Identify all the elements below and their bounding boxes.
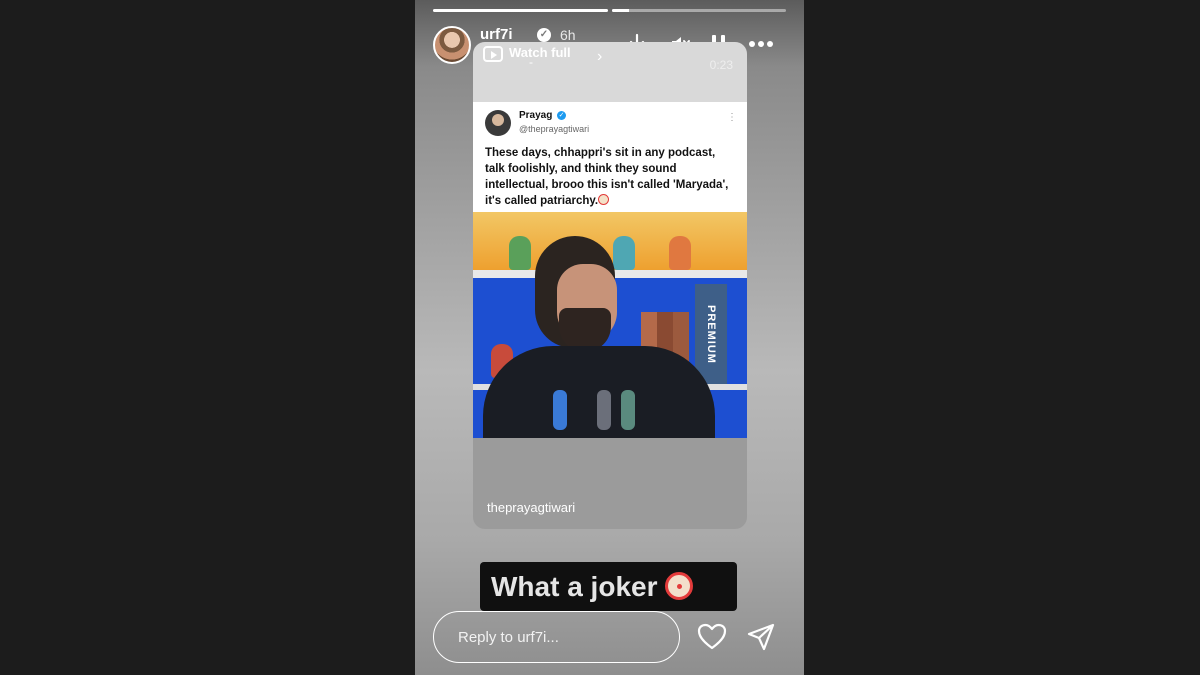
verified-icon: ✓ xyxy=(537,28,551,42)
progress-fill-2 xyxy=(611,9,629,12)
more-icon[interactable] xyxy=(747,32,775,56)
avatar[interactable] xyxy=(433,26,471,64)
tweet-verified-icon: ✓ xyxy=(557,111,566,120)
shelf-figure-2 xyxy=(613,236,635,270)
reel-duration: 0:23 xyxy=(709,58,733,72)
tweet-handle: @theprayagtiwari xyxy=(519,124,590,134)
tweet-card: Prayag ✓ @theprayagtiwari ⋮ These days, … xyxy=(473,102,747,212)
story-view[interactable]: urf7i ✓ 6h Watch full - › 0:23 Prayag ✓ … xyxy=(415,0,804,675)
clown-emoji-icon-large xyxy=(665,572,694,600)
reply-input[interactable] xyxy=(433,611,680,663)
video-frame[interactable]: PREMIUM xyxy=(473,212,747,438)
stage: urf7i ✓ 6h Watch full - › 0:23 Prayag ✓ … xyxy=(0,0,1200,675)
reel-icon xyxy=(483,46,503,62)
progress-segment-2 xyxy=(611,9,786,12)
tweet-avatar xyxy=(485,110,511,136)
shelf-figure-1 xyxy=(509,236,531,270)
tweet-more-icon: ⋮ xyxy=(727,112,737,123)
watch-full-row[interactable]: Watch full - › xyxy=(481,42,739,72)
watch-full-label[interactable]: Watch full xyxy=(509,45,571,60)
username[interactable]: urf7i xyxy=(480,26,513,43)
hoodie-print-1 xyxy=(553,390,567,430)
clown-emoji-icon xyxy=(598,194,610,205)
heart-icon[interactable] xyxy=(697,622,727,652)
reel-top-bar: Watch full - › 0:23 xyxy=(473,42,747,102)
shelf-figure-3 xyxy=(669,236,691,270)
story-caption: What a joker xyxy=(480,562,737,611)
send-icon[interactable] xyxy=(746,622,776,652)
hoodie-print-2 xyxy=(597,390,611,430)
premium-book-spine: PREMIUM xyxy=(695,284,727,384)
reel-author-handle[interactable]: theprayagtiwari xyxy=(487,500,575,515)
tweet-text-block: These days, chhappri's sit in any podcas… xyxy=(485,145,737,209)
post-time: 6h xyxy=(560,27,576,43)
shared-reel-card[interactable]: Watch full - › 0:23 Prayag ✓ @theprayagt… xyxy=(473,42,747,529)
caption-text: What a joker xyxy=(491,571,658,602)
chevron-right-icon[interactable]: › xyxy=(597,48,602,66)
progress-fill-1 xyxy=(433,9,608,12)
story-progress xyxy=(433,9,786,12)
progress-segment-1 xyxy=(433,9,608,12)
hoodie-print-3 xyxy=(621,390,635,430)
watch-full-dash: - xyxy=(529,55,533,69)
tweet-author-name: Prayag xyxy=(519,110,553,121)
